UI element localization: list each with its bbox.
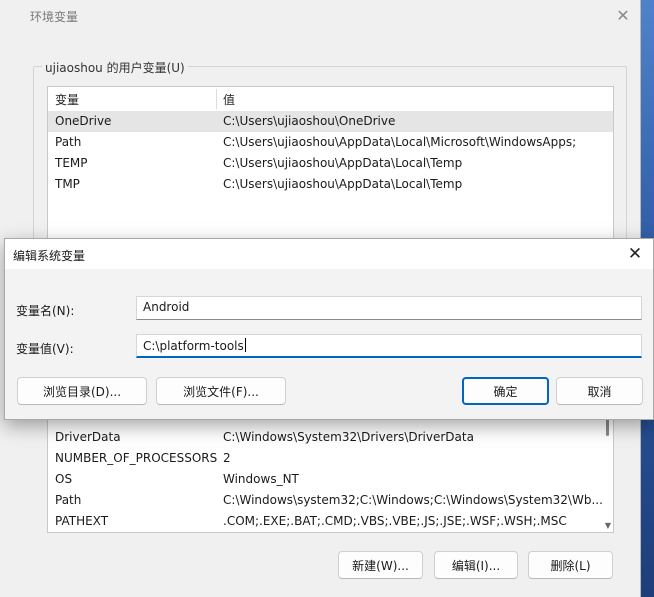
variable-value: Windows_NT [223,472,299,486]
browse-file-button[interactable]: 浏览文件(F)... [156,377,286,405]
variable-name: OS [55,472,73,486]
user-variables-label: ujiaoshou 的用户变量(U) [42,59,188,76]
dialog-titlebar: 编辑系统变量 ✕ [5,239,653,269]
variable-name: OneDrive [55,114,112,128]
column-divider[interactable] [216,89,217,109]
delete-button[interactable]: 删除(L) [528,551,613,579]
list-item[interactable]: Path C:\Users\ujiaoshou\AppData\Local\Mi… [48,132,613,153]
variable-value: .COM;.EXE;.BAT;.CMD;.VBS;.VBE;.JS;.JSE;.… [223,514,567,528]
list-item[interactable]: Path C:\Windows\system32;C:\Windows;C:\W… [48,490,613,511]
list-item[interactable]: OneDrive C:\Users\ujiaoshou\OneDrive [48,111,613,132]
list-item[interactable]: NUMBER_OF_PROCESSORS 2 [48,448,613,469]
variable-value: C:\Users\ujiaoshou\AppData\Local\Temp [223,177,463,191]
edit-button[interactable]: 编辑(I)... [434,551,518,579]
list-item[interactable]: DriverData C:\Windows\System32\Drivers\D… [48,427,613,448]
variable-value: C:\Users\ujiaoshou\OneDrive [223,114,396,128]
dialog-title: 编辑系统变量 [13,249,86,263]
column-header-value[interactable]: 值 [223,91,235,108]
close-icon[interactable]: ✕ [623,243,647,265]
variable-value: C:\Windows\System32\Drivers\DriverData [223,430,474,444]
variable-value-field[interactable]: C:\platform-tools [136,334,642,358]
variable-value: 2 [223,451,231,465]
variable-name: TEMP [55,156,88,170]
list-item[interactable]: PATHEXT .COM;.EXE;.BAT;.CMD;.VBS;.VBE;.J… [48,511,613,532]
scroll-down-arrow-icon[interactable]: ▼ [605,521,611,530]
column-header-variable[interactable]: 变量 [55,91,79,108]
list-item[interactable]: OS Windows_NT [48,469,613,490]
window-title: 环境变量 [30,10,79,24]
system-variables-list[interactable]: DriverData C:\Windows\System32\Drivers\D… [47,408,614,533]
variable-value-text: C:\platform-tools [143,339,244,353]
variable-name: PATHEXT [55,514,109,528]
list-header: 变量 值 [48,87,613,112]
cancel-button[interactable]: 取消 [556,377,643,405]
close-icon[interactable]: ✕ [612,5,634,27]
variable-name-field[interactable]: Android [136,296,642,320]
text-caret [244,338,246,352]
variable-name: DriverData [55,430,121,444]
variable-name: Path [55,135,82,149]
variable-name: Path [55,493,82,507]
variable-value: C:\Windows\system32;C:\Windows;C:\Window… [223,493,603,507]
user-variables-list[interactable]: 变量 值 OneDrive C:\Users\ujiaoshou\OneDriv… [47,86,614,248]
variable-name: TMP [55,177,80,191]
variable-value: C:\Users\ujiaoshou\AppData\Local\Temp [223,156,463,170]
list-item[interactable]: TEMP C:\Users\ujiaoshou\AppData\Local\Te… [48,153,613,174]
edit-system-variable-dialog: 编辑系统变量 ✕ 变量名(N): Android 变量值(V): C:\plat… [4,238,654,420]
variable-name: NUMBER_OF_PROCESSORS [55,451,218,465]
ok-button[interactable]: 确定 [462,377,549,405]
new-button[interactable]: 新建(W)... [338,551,423,579]
variable-name-label: 变量名(N): [16,304,75,318]
list-item[interactable]: TMP C:\Users\ujiaoshou\AppData\Local\Tem… [48,174,613,195]
variable-value: C:\Users\ujiaoshou\AppData\Local\Microso… [223,135,577,149]
variable-name-value: Android [143,300,190,314]
variable-value-label: 变量值(V): [16,342,74,356]
browse-directory-button[interactable]: 浏览目录(D)... [17,377,147,405]
